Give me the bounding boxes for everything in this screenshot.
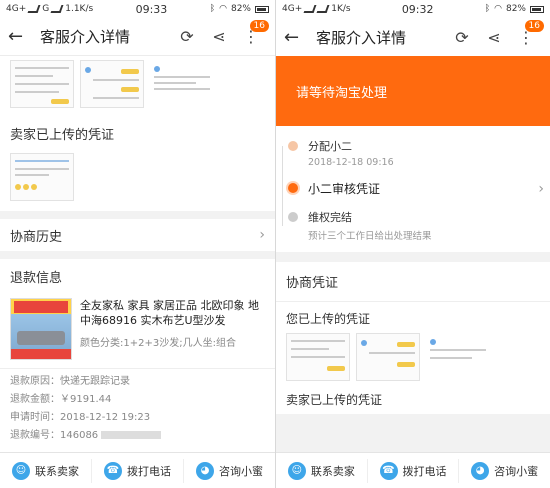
back-arrow-icon[interactable]: ← bbox=[8, 26, 30, 47]
timeline-step-active: 小二审核凭证 bbox=[286, 180, 540, 197]
assistant-icon: ◕ bbox=[196, 461, 214, 480]
product-image bbox=[10, 298, 72, 360]
share-icon[interactable]: ⋖ bbox=[478, 28, 510, 47]
status-banner: 请等待淘宝处理 bbox=[276, 56, 550, 126]
refresh-icon[interactable]: ⟳ bbox=[446, 28, 478, 47]
seller-evidence-title: 卖家已上传的凭证 bbox=[10, 128, 115, 143]
bottom-action-bar: ☺ 联系卖家 ☎ 拨打电话 ◕ 咨询小蜜 bbox=[276, 452, 550, 488]
signal-icon bbox=[316, 5, 330, 13]
evidence-thumbnail[interactable] bbox=[426, 333, 490, 381]
my-evidence-title: 您已上传的凭证 bbox=[276, 302, 550, 333]
battery-icon bbox=[255, 5, 269, 13]
pending-dot-icon bbox=[288, 212, 298, 222]
bluetooth-icon: ᛒ bbox=[209, 4, 216, 14]
evidence-title: 协商凭证 bbox=[276, 262, 550, 302]
page-title: 客服介入详情 bbox=[40, 28, 131, 46]
chevron-right-icon: › bbox=[259, 227, 265, 243]
refund-title: 退款信息 bbox=[10, 271, 63, 286]
signal-icon bbox=[27, 5, 41, 13]
battery-label: 82% bbox=[505, 4, 526, 14]
check-dot-icon bbox=[288, 141, 298, 151]
evidence-thumbnail[interactable] bbox=[80, 60, 144, 108]
product-name: 全友家私 家具 家居正品 北欧印象 地中海68916 实木布艺U型沙发 bbox=[80, 299, 259, 327]
wifi-icon: ◠ bbox=[494, 4, 502, 14]
phone-left: 4G+ G 1.1K/s 09:33 ᛒ ◠ 82% ← 客服介入详情 ⟳ ⋖ … bbox=[0, 0, 275, 488]
bottom-action-bar: ☺ 联系卖家 ☎ 拨打电话 ◕ 咨询小蜜 bbox=[0, 452, 275, 488]
timeline-step: 分配小二 2018-12-18 09:16 bbox=[286, 138, 540, 168]
product-card[interactable]: 全友家私 家具 家居正品 北欧印象 地中海68916 实木布艺U型沙发 颜色分类… bbox=[0, 294, 275, 368]
signal-icon bbox=[50, 5, 64, 13]
speed-label: 1.1K/s bbox=[65, 4, 94, 14]
chat-icon: ☺ bbox=[287, 461, 306, 480]
ask-assistant-button[interactable]: ◕ 咨询小蜜 bbox=[184, 459, 275, 483]
ask-assistant-button[interactable]: ◕ 咨询小蜜 bbox=[459, 459, 550, 483]
signal-icon bbox=[303, 5, 317, 13]
network-label: 4G+ bbox=[6, 4, 27, 14]
status-bar: 4G+ G 1.1K/s 09:33 ᛒ ◠ 82% bbox=[0, 0, 275, 18]
chat-icon: ☺ bbox=[12, 461, 30, 480]
message-badge: 16 bbox=[524, 20, 544, 32]
evidence-thumbnail[interactable] bbox=[356, 333, 420, 381]
evidence-thumbnail[interactable] bbox=[10, 60, 74, 108]
carrier-label: G bbox=[42, 4, 50, 14]
refresh-icon[interactable]: ⟳ bbox=[171, 27, 203, 46]
wifi-icon: ◠ bbox=[219, 4, 227, 14]
timeline-step: 维权完结 预计三个工作日给出处理结果 bbox=[286, 209, 540, 242]
refund-number: 退款编号：146086 bbox=[0, 427, 275, 445]
assistant-icon: ◕ bbox=[471, 461, 490, 480]
chevron-right-icon: › bbox=[538, 181, 544, 197]
title-bar: ← 客服介入详情 ⟳ ⋖ ⋮ 16 bbox=[276, 18, 550, 56]
seller-evidence-title: 卖家已上传的凭证 bbox=[276, 387, 550, 414]
message-badge: 16 bbox=[249, 20, 269, 32]
clock: 09:33 bbox=[135, 2, 168, 16]
contact-seller-button[interactable]: ☺ 联系卖家 bbox=[276, 458, 368, 483]
evidence-thumbnail[interactable] bbox=[150, 60, 214, 108]
page-title: 客服介入详情 bbox=[316, 28, 407, 47]
history-row[interactable]: 协商历史 › bbox=[0, 219, 275, 251]
active-dot-icon bbox=[288, 183, 298, 193]
network-label: 4G+ bbox=[282, 4, 303, 14]
buyer-evidence-section: 卖家已上传的凭证 bbox=[0, 56, 275, 211]
contact-seller-button[interactable]: ☺ 联系卖家 bbox=[0, 458, 92, 483]
share-icon[interactable]: ⋖ bbox=[203, 27, 235, 46]
status-bar: 4G+ 1K/s 09:32 ᛒ ◠ 82% bbox=[276, 0, 550, 18]
history-label: 协商历史 bbox=[10, 229, 63, 245]
back-arrow-icon[interactable]: ← bbox=[284, 27, 306, 48]
speed-label: 1K/s bbox=[331, 4, 351, 14]
title-bar: ← 客服介入详情 ⟳ ⋖ ⋮ 16 bbox=[0, 18, 275, 56]
phone-icon: ☎ bbox=[104, 461, 122, 480]
apply-time: 申请时间：2018-12-12 19:23 bbox=[10, 412, 151, 423]
battery-label: 82% bbox=[230, 4, 251, 14]
evidence-thumbnail[interactable] bbox=[286, 333, 350, 381]
progress-timeline[interactable]: 分配小二 2018-12-18 09:16 小二审核凭证 维权完结 预计三个工作… bbox=[276, 126, 550, 252]
split-screenshot: 4G+ G 1.1K/s 09:33 ᛒ ◠ 82% ← 客服介入详情 ⟳ ⋖ … bbox=[0, 0, 550, 488]
product-spec: 颜色分类:1+2+3沙发;几人坐:组合 bbox=[80, 338, 236, 349]
call-button[interactable]: ☎ 拨打电话 bbox=[368, 458, 460, 483]
refund-amount: 退款金额：￥9191.44 bbox=[10, 394, 112, 405]
seller-evidence-thumbnail[interactable] bbox=[10, 153, 74, 201]
refund-reason: 退款原因：快递无跟踪记录 bbox=[10, 376, 130, 387]
call-button[interactable]: ☎ 拨打电话 bbox=[92, 458, 184, 483]
clock: 09:32 bbox=[401, 2, 434, 16]
battery-icon bbox=[530, 5, 544, 13]
phone-right: 4G+ 1K/s 09:32 ᛒ ◠ 82% ← 客服介入详情 ⟳ ⋖ ⋮ 16… bbox=[275, 0, 550, 488]
phone-icon: ☎ bbox=[379, 461, 398, 480]
bluetooth-icon: ᛒ bbox=[484, 4, 491, 14]
